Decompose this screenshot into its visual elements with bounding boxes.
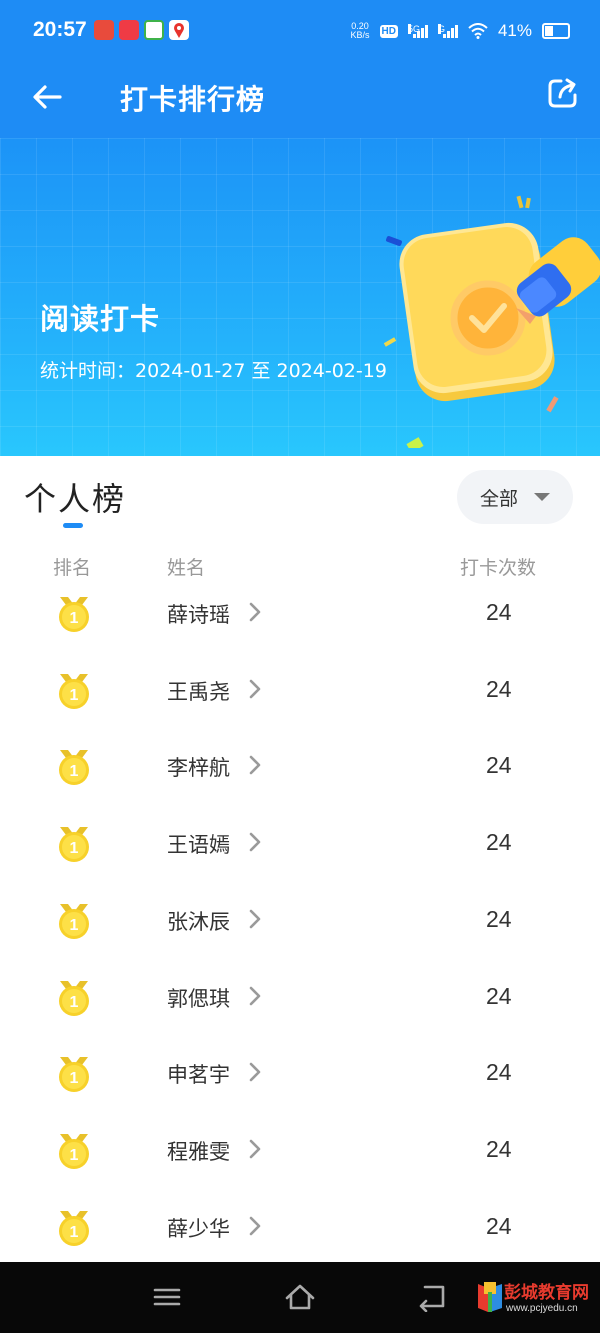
period-label: 统计时间：	[40, 360, 136, 382]
medal-rank: 1	[70, 1070, 79, 1087]
ranking-section: 个人榜 全部 排名 姓名 打卡次数 1 薛诗瑶 24 1 王禹尧 24 1 李梓航 24 1 王语嫣…	[0, 456, 600, 1262]
chevron-right-icon[interactable]	[248, 908, 262, 930]
gold-medal-icon: 1	[59, 1210, 89, 1246]
ranking-row[interactable]: 1 李梓航 24	[0, 740, 600, 816]
notification-icon-home	[94, 20, 114, 40]
signal-5g-icon: 5G	[407, 24, 428, 38]
watermark-text: 彭城教育网	[504, 1283, 589, 1303]
ranking-row[interactable]: 1 程雅雯 24	[0, 1124, 600, 1200]
ranking-row[interactable]: 1 申茗宇 24	[0, 1047, 600, 1123]
medal-rank: 1	[70, 840, 79, 857]
gold-medal-icon: 1	[59, 1057, 89, 1093]
menu-icon[interactable]	[151, 1282, 183, 1312]
student-name[interactable]: 薛少华	[167, 1213, 230, 1243]
student-name[interactable]: 王语嫣	[167, 829, 230, 859]
chevron-right-icon[interactable]	[248, 1061, 262, 1083]
page-title: 打卡排行榜	[120, 83, 266, 116]
section-title: 个人榜	[24, 480, 127, 518]
chevron-right-icon[interactable]	[248, 1138, 262, 1160]
table-header: 排名 姓名 打卡次数	[0, 553, 600, 579]
books-logo-icon	[478, 1282, 502, 1312]
ranking-row[interactable]: 1 郭偲琪 24	[0, 971, 600, 1047]
title-bar: 打卡排行榜	[0, 62, 600, 138]
column-name: 姓名	[167, 557, 206, 579]
chevron-right-icon[interactable]	[248, 1215, 262, 1237]
student-name[interactable]: 李梓航	[167, 752, 230, 782]
student-name[interactable]: 张沐辰	[167, 906, 230, 936]
student-name[interactable]: 程雅雯	[167, 1136, 230, 1166]
net-speed: 0.20 KB/s	[350, 21, 370, 40]
period-value: 2024-01-27 至 2024-02-19	[135, 360, 387, 382]
gold-medal-icon: 1	[59, 1133, 89, 1169]
checkin-count: 24	[486, 1212, 512, 1239]
status-indicators: 0.20 KB/s HD 5G G 41%	[350, 18, 570, 44]
battery-icon	[542, 23, 570, 39]
checkin-count: 24	[486, 752, 512, 779]
notification-icon-map	[169, 20, 189, 40]
medal-rank: 1	[70, 917, 79, 934]
banner: 阅读打卡 统计时间：2024-01-27 至 2024-02-19	[0, 138, 600, 456]
ranking-row[interactable]: 1 王语嫣 24	[0, 817, 600, 893]
column-rank: 排名	[53, 557, 92, 579]
checkin-count: 24	[486, 1059, 512, 1086]
student-name[interactable]: 申茗宇	[167, 1059, 230, 1089]
medal-rank: 1	[70, 763, 79, 780]
chevron-right-icon[interactable]	[248, 831, 262, 853]
checkin-illustration	[383, 195, 600, 448]
watermark: 彭城教育网 www.pcjyedu.cn	[476, 1276, 594, 1322]
banner-period: 统计时间：2024-01-27 至 2024-02-19	[40, 356, 387, 383]
student-name[interactable]: 薛诗瑶	[167, 599, 230, 629]
ranking-row[interactable]: 1 王禹尧 24	[0, 664, 600, 740]
checkin-count: 24	[486, 829, 512, 856]
checkin-count: 24	[486, 1135, 512, 1162]
gold-medal-icon: 1	[59, 980, 89, 1016]
home-icon[interactable]	[284, 1282, 316, 1312]
medal-rank: 1	[70, 687, 79, 704]
checkin-count: 24	[486, 599, 512, 625]
checkin-count: 24	[486, 675, 512, 702]
student-name[interactable]: 郭偲琪	[167, 983, 230, 1013]
banner-title: 阅读打卡	[40, 302, 161, 336]
status-bar: 20:57 0.20 KB/s HD 5G G 41%	[0, 0, 600, 62]
notification-icon-app	[119, 20, 139, 40]
chevron-right-icon[interactable]	[248, 678, 262, 700]
gold-medal-icon: 1	[59, 827, 89, 863]
checkin-count: 24	[486, 982, 512, 1009]
notification-icon-video	[144, 20, 164, 40]
gold-medal-icon: 1	[59, 903, 89, 939]
caret-down-icon	[534, 493, 550, 501]
gold-medal-icon: 1	[59, 673, 89, 709]
watermark-url: www.pcjyedu.cn	[506, 1303, 578, 1314]
system-nav-bar: 彭城教育网 www.pcjyedu.cn	[0, 1262, 600, 1333]
student-name[interactable]: 王禹尧	[167, 676, 230, 706]
ranking-row[interactable]: 1 薛诗瑶 24	[0, 587, 600, 663]
share-icon[interactable]	[546, 76, 580, 110]
column-count: 打卡次数	[460, 557, 537, 579]
back-icon[interactable]	[417, 1282, 449, 1312]
medal-rank: 1	[70, 994, 79, 1011]
hd-badge: HD	[379, 24, 398, 38]
wifi-icon	[468, 23, 488, 39]
checkin-count: 24	[486, 905, 512, 932]
filter-label: 全部	[479, 487, 518, 510]
filter-dropdown[interactable]: 全部	[457, 470, 573, 524]
medal-rank: 1	[70, 610, 79, 627]
gold-medal-icon: 1	[59, 750, 89, 786]
signal-g-icon: G	[437, 24, 458, 38]
chevron-right-icon[interactable]	[248, 985, 262, 1007]
section-title-indicator	[63, 523, 83, 528]
chevron-right-icon[interactable]	[248, 754, 262, 776]
medal-rank: 1	[70, 1224, 79, 1241]
ranking-row[interactable]: 1 张沐辰 24	[0, 894, 600, 970]
arrow-left-icon[interactable]	[30, 80, 64, 114]
gold-medal-icon: 1	[59, 597, 89, 632]
medal-rank: 1	[70, 1147, 79, 1164]
chevron-right-icon[interactable]	[248, 601, 262, 623]
battery-percent: 41%	[497, 21, 532, 40]
status-time: 20:57	[33, 18, 87, 41]
